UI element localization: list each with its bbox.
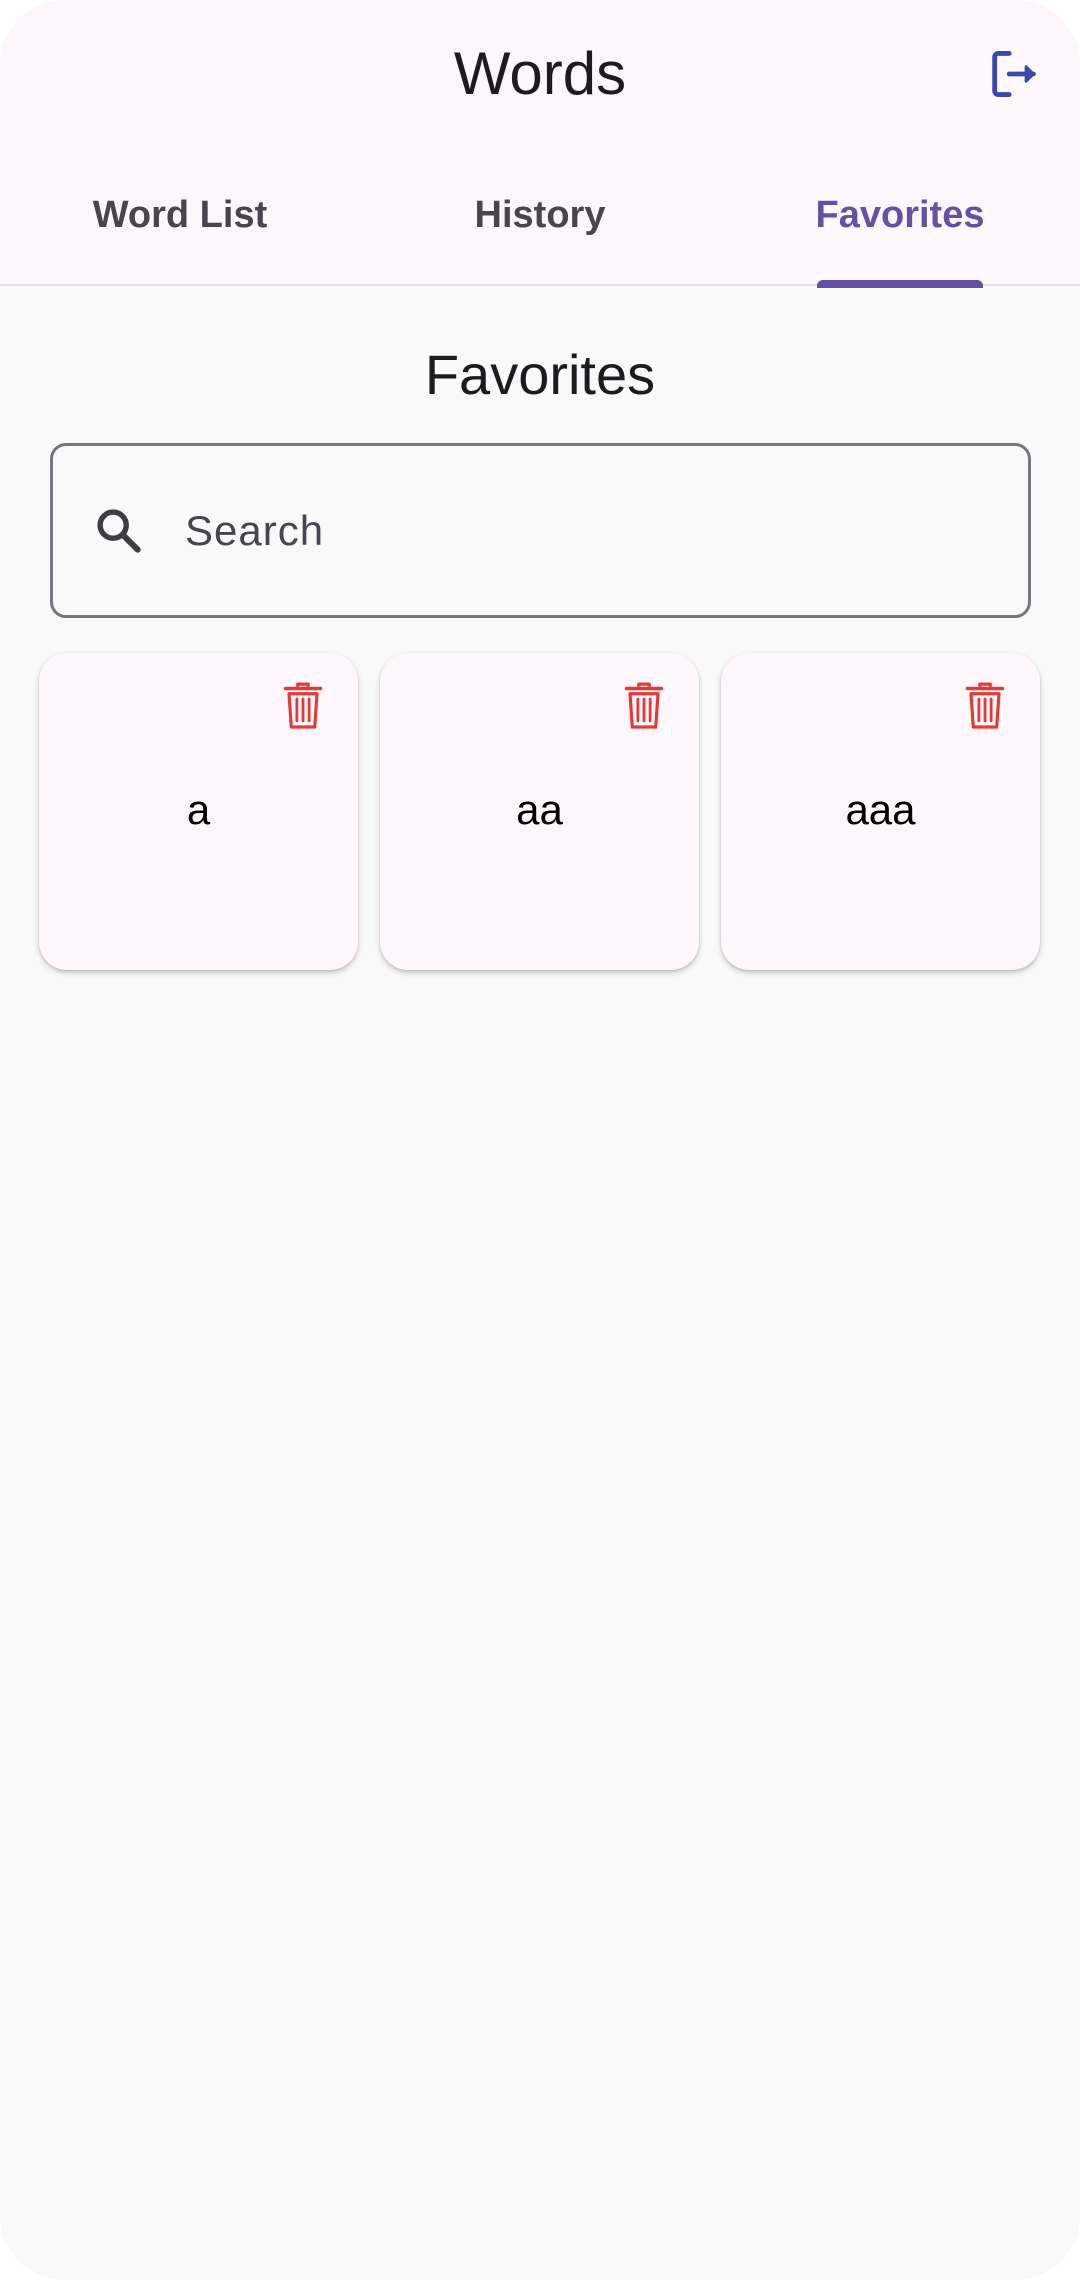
tab-word-list[interactable]: Word List [0,168,360,286]
delete-favorite-button[interactable] [280,679,326,733]
trash-icon [283,682,323,729]
search-input[interactable] [185,446,1028,615]
favorite-card[interactable]: a [39,653,358,970]
tab-history[interactable]: History [360,168,720,286]
logout-icon [992,51,1036,97]
tab-bar: Word List History Favorites [0,168,1080,288]
delete-favorite-button[interactable] [962,679,1008,733]
favorite-word: aa [516,786,563,833]
tab-label: Word List [92,194,268,236]
app-bar: Words Word List History Favorites [0,0,1080,288]
tab-label: History [474,194,606,236]
tab-label: Favorites [815,194,985,236]
app-screen: Words Word List History Favorites Favori… [0,0,1080,2280]
favorite-card[interactable]: aa [380,653,699,970]
trash-icon [965,682,1005,729]
tab-favorites[interactable]: Favorites [720,168,1080,288]
delete-favorite-button[interactable] [621,679,667,733]
trash-icon [624,682,664,729]
search-icon [91,503,147,559]
page-title: Favorites [424,343,656,406]
logout-button[interactable] [982,42,1046,106]
favorites-grid: a aa aaa [39,653,1042,970]
favorite-card[interactable]: aaa [721,653,1040,970]
active-tab-indicator [817,280,983,288]
favorite-word: a [186,786,211,833]
favorite-word: aaa [845,786,916,833]
app-title: Words [453,40,627,107]
search-field[interactable] [50,443,1031,618]
